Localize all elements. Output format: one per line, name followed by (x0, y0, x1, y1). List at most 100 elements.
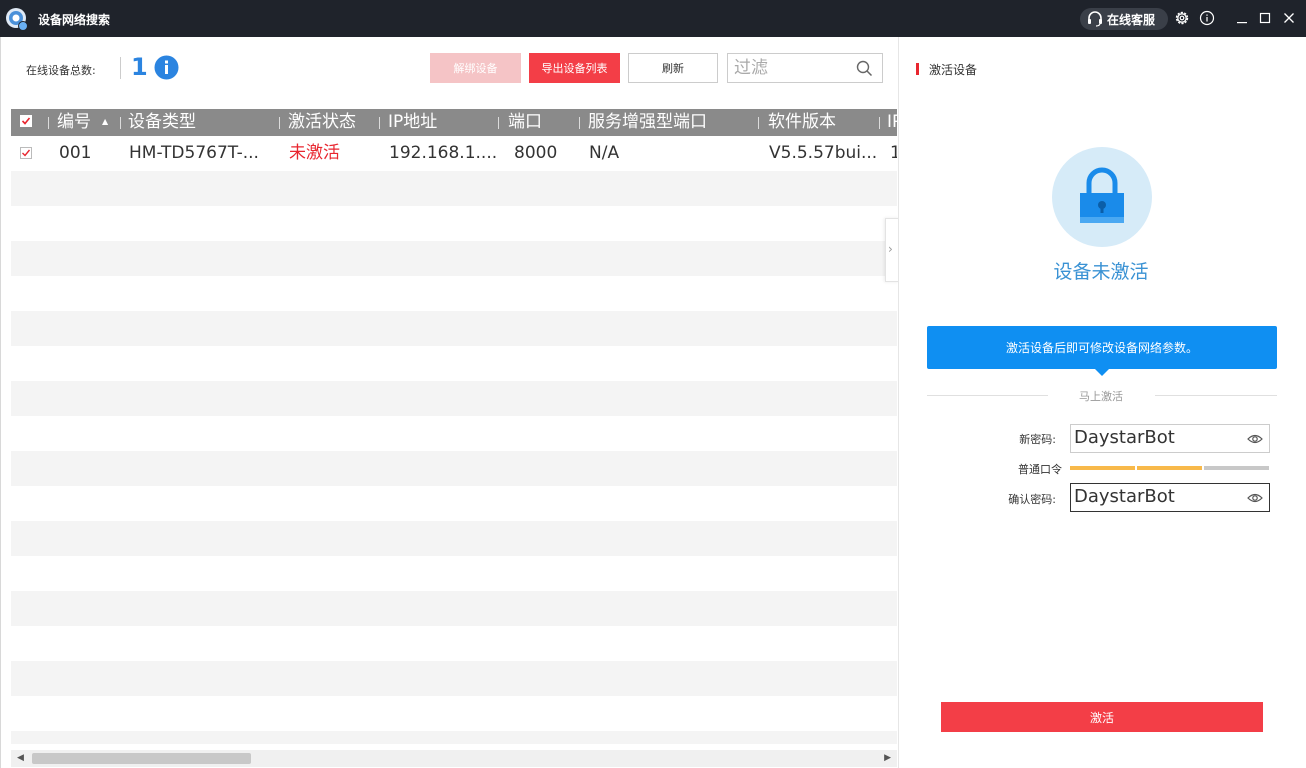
device-table: 编号 ▲ 设备类型 激活状态 IP地址 端口 服务增强型端口 软件版本 IP 0… (11, 109, 897, 744)
empty-row (11, 661, 897, 696)
empty-row (11, 731, 897, 744)
lock-badge (1052, 147, 1152, 247)
section-label: 马上激活 (1079, 390, 1123, 403)
online-count-value: 1 (131, 53, 148, 81)
online-support-button[interactable]: 在线客服 (1080, 8, 1168, 30)
divider-right (1155, 395, 1277, 396)
strength-bar-2 (1137, 466, 1202, 470)
column-separator (879, 117, 880, 129)
column-header-number[interactable]: 编号 (57, 109, 91, 136)
column-header-enhanced-port[interactable]: 服务增强型端口 (588, 109, 707, 136)
column-separator (120, 117, 121, 129)
empty-row (11, 521, 897, 556)
cell-extra: 1 (890, 143, 897, 163)
empty-row (11, 276, 897, 311)
title-accent-bar (916, 63, 919, 75)
horizontal-scrollbar[interactable]: ◀ ▶ (11, 750, 897, 767)
column-separator (579, 117, 580, 129)
info-icon[interactable] (154, 55, 179, 80)
empty-row (11, 416, 897, 451)
scroll-right-icon[interactable]: ▶ (884, 753, 891, 763)
row-checkbox[interactable] (20, 147, 32, 159)
window-title: 设备网络搜索 (38, 13, 111, 27)
app-logo-icon (6, 8, 28, 31)
cell-number: 001 (59, 143, 92, 163)
confirm-password-field[interactable]: DaystarBot (1070, 483, 1270, 512)
empty-row (11, 241, 897, 276)
empty-row (11, 206, 897, 241)
activation-panel: 激活设备 设备未激活 激活设备后即可修改设备网络参数。 马上激活 新密码: Da… (898, 37, 1306, 768)
column-separator (279, 117, 280, 129)
scroll-left-icon[interactable]: ◀ (17, 753, 24, 763)
panel-title: 激活设备 (929, 63, 978, 77)
cell-software-version: V5.5.57bui... (769, 143, 878, 163)
empty-row (11, 346, 897, 381)
table-header: 编号 ▲ 设备类型 激活状态 IP地址 端口 服务增强型端口 软件版本 IP (11, 109, 897, 136)
sort-asc-icon[interactable]: ▲ (102, 117, 108, 126)
checkmark-icon (22, 149, 31, 157)
select-all-checkbox[interactable] (20, 115, 32, 127)
new-password-field[interactable]: DaystarBot (1070, 424, 1270, 453)
strength-bar-3 (1204, 466, 1269, 470)
column-header-software-version[interactable]: 软件版本 (768, 109, 836, 136)
title-bar: 设备网络搜索 在线客服 (0, 0, 1306, 37)
confirm-password-value: DaystarBot (1074, 486, 1175, 507)
scrollbar-thumb[interactable] (32, 753, 251, 764)
column-separator (758, 117, 759, 129)
chevron-right-icon: › (888, 242, 893, 256)
search-icon[interactable] (856, 60, 873, 77)
empty-row (11, 486, 897, 521)
count-separator (120, 57, 121, 79)
column-header-port[interactable]: 端口 (508, 109, 542, 136)
filter-box (727, 53, 883, 83)
empty-row (11, 626, 897, 661)
column-header-ip-extra[interactable]: IP (887, 109, 897, 136)
close-icon[interactable] (1280, 9, 1298, 27)
empty-row (11, 696, 897, 731)
table-row[interactable]: 001 HM-TD5767T-... 未激活 192.168.1.... 800… (11, 136, 897, 171)
eye-icon[interactable] (1247, 433, 1263, 445)
unbind-device-button[interactable]: 解绑设备 (430, 53, 521, 83)
gear-icon[interactable] (1173, 9, 1191, 27)
empty-row (11, 311, 897, 346)
cell-status: 未激活 (289, 143, 340, 163)
cell-port: 8000 (514, 143, 558, 163)
empty-row (11, 171, 897, 206)
device-status-text: 设备未激活 (1053, 261, 1149, 283)
new-password-label: 新密码: (1019, 433, 1056, 446)
strength-bar-1 (1070, 466, 1135, 470)
column-separator (379, 117, 380, 129)
minimize-icon[interactable] (1233, 9, 1251, 27)
info-icon[interactable] (1198, 9, 1216, 27)
collapse-panel-toggle[interactable]: › (885, 218, 899, 282)
eye-icon[interactable] (1247, 492, 1263, 504)
filter-input[interactable] (734, 58, 852, 78)
cell-device-type: HM-TD5767T-... (129, 143, 259, 163)
new-password-value: DaystarBot (1074, 427, 1175, 448)
column-separator (498, 117, 499, 129)
activate-button[interactable]: 激活 (941, 702, 1263, 732)
confirm-password-label: 确认密码: (1008, 493, 1056, 506)
lock-icon (1080, 167, 1124, 223)
headset-icon (1088, 11, 1102, 27)
maximize-icon[interactable] (1256, 9, 1274, 27)
checkmark-icon (21, 117, 31, 125)
cell-enhanced-port: N/A (589, 143, 620, 163)
refresh-button[interactable]: 刷新 (628, 53, 718, 83)
empty-row (11, 451, 897, 486)
column-header-ip[interactable]: IP地址 (388, 109, 437, 136)
empty-row (11, 556, 897, 591)
cell-ip: 192.168.1.... (389, 143, 498, 163)
device-list-panel: 在线设备总数: 1 解绑设备 导出设备列表 刷新 编号 ▲ 设备类型 激活状态 … (0, 37, 899, 768)
column-header-device-type[interactable]: 设备类型 (128, 109, 196, 136)
activation-tip: 激活设备后即可修改设备网络参数。 (927, 326, 1277, 369)
empty-row (11, 381, 897, 416)
online-count-label: 在线设备总数: (26, 64, 96, 77)
strength-label: 普通口令 (1018, 463, 1062, 476)
export-device-list-button[interactable]: 导出设备列表 (529, 53, 620, 83)
column-header-status[interactable]: 激活状态 (288, 109, 356, 136)
tip-pointer (1094, 368, 1110, 376)
column-separator (48, 117, 49, 129)
empty-row (11, 591, 897, 626)
support-label: 在线客服 (1107, 12, 1156, 27)
